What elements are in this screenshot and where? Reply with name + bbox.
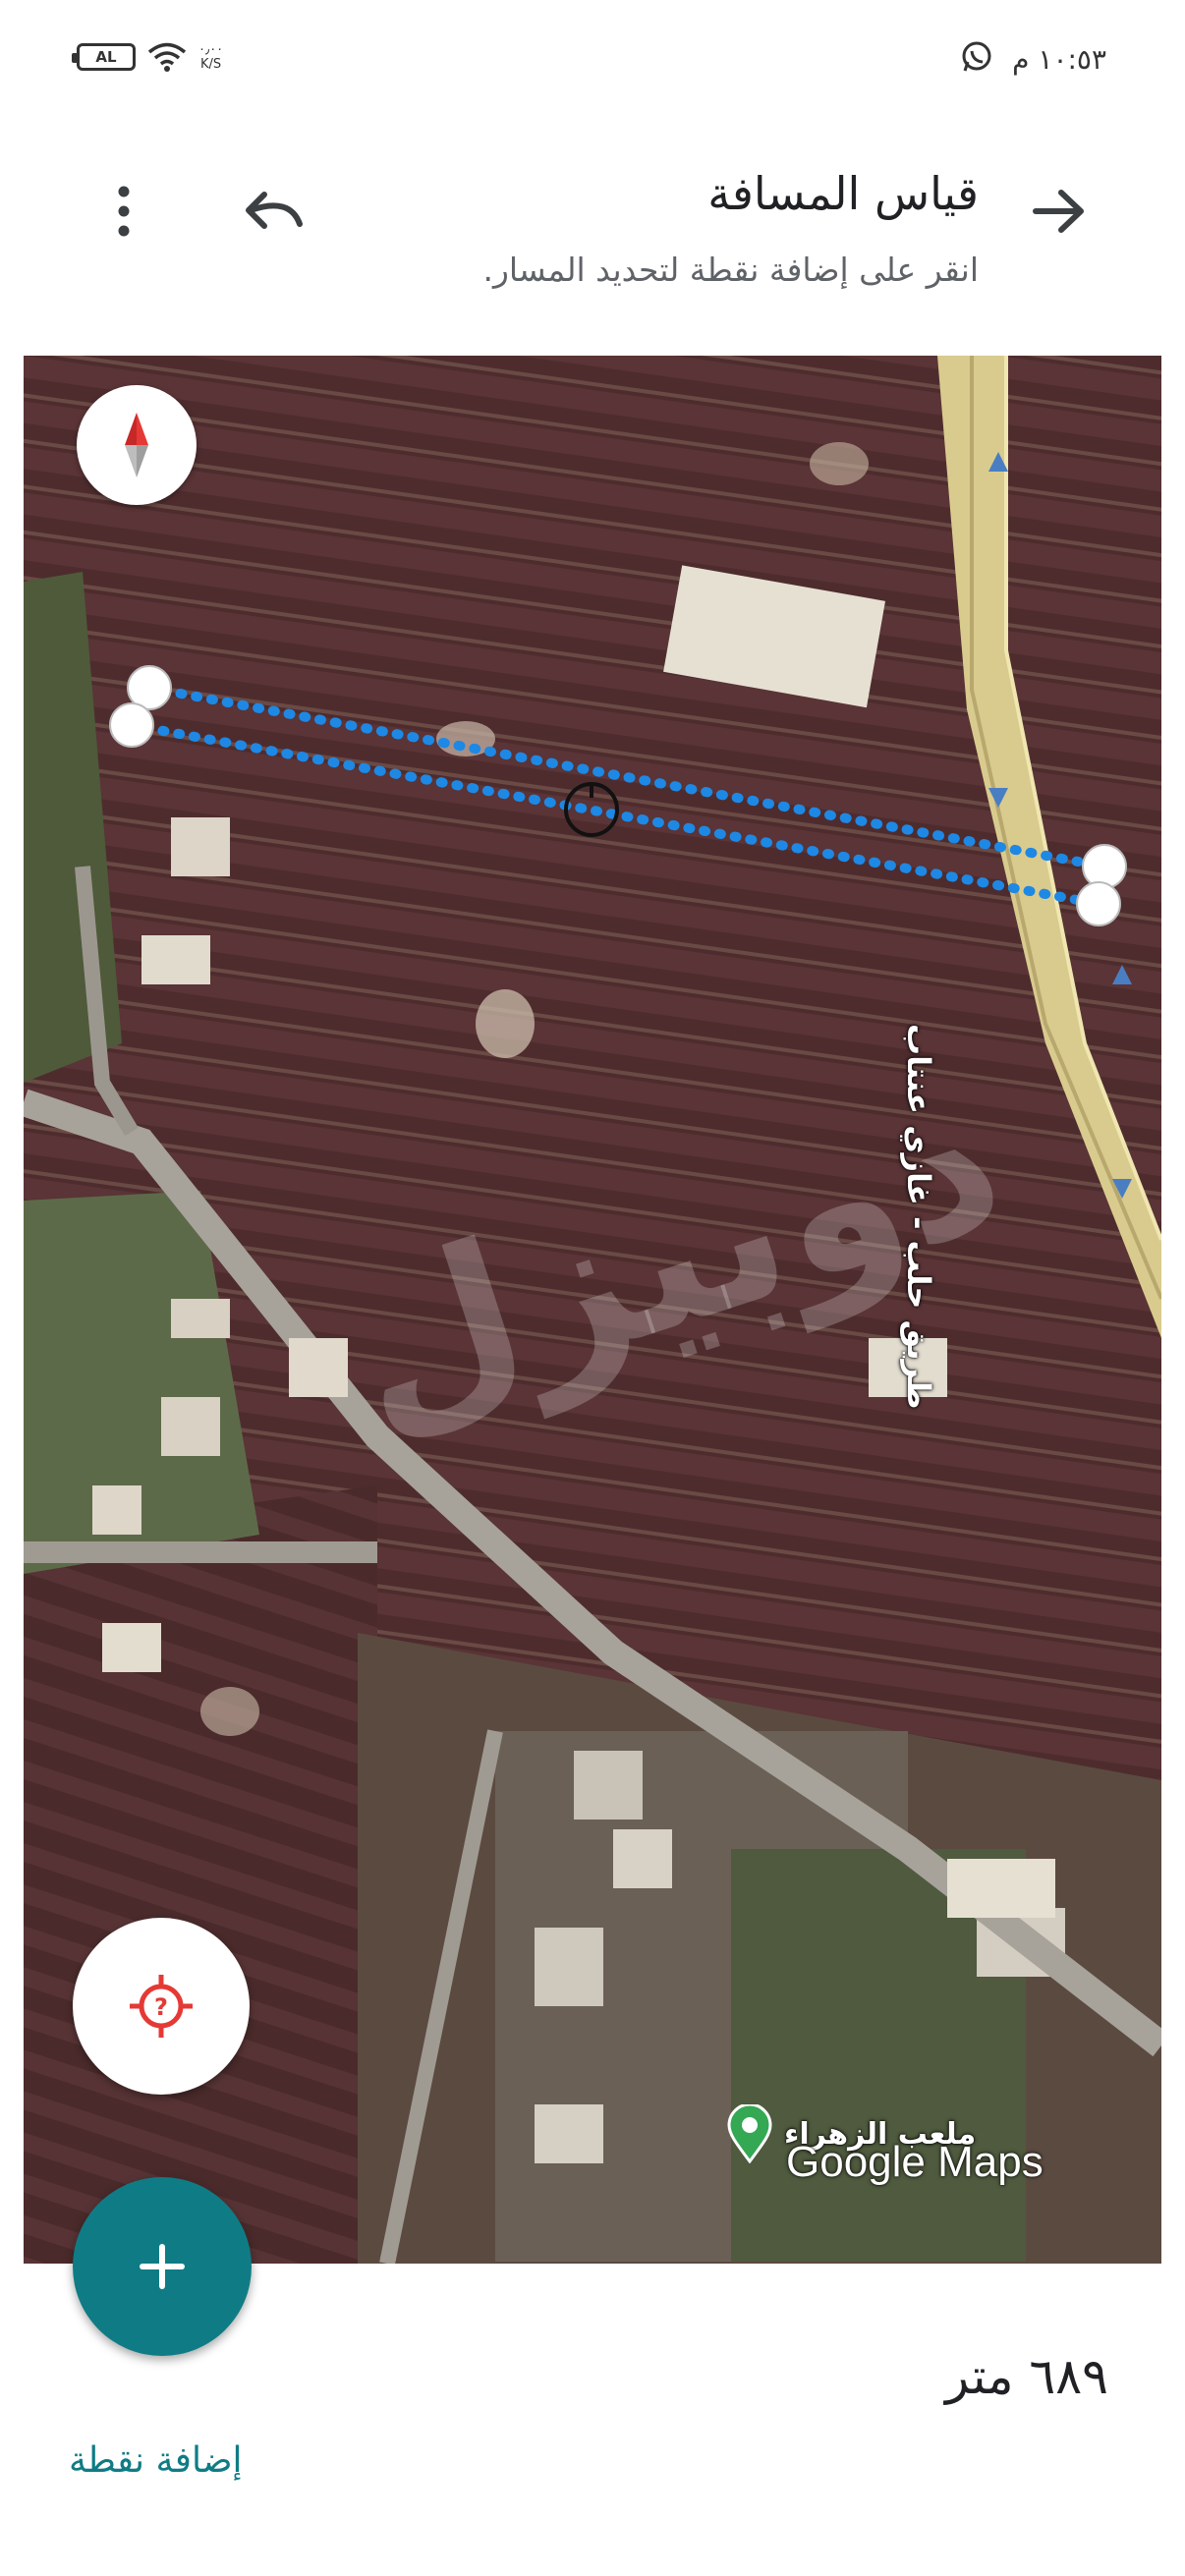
network-speed-value: ٠٫٠٠ xyxy=(198,42,224,57)
status-right: ١٠:٥٣ م xyxy=(959,39,1106,79)
undo-icon xyxy=(246,192,303,229)
add-point-button[interactable]: إضافة نقطة xyxy=(69,2440,243,2481)
page-subtitle: انقر على إضافة نقطة لتحديد المسار. xyxy=(482,251,979,289)
arrow-right-icon xyxy=(1033,190,1084,233)
google-maps-logo: Google Maps xyxy=(786,2138,1044,2186)
status-icons: AL ٠٫٠٠ K/S xyxy=(72,41,223,73)
svg-text:?: ? xyxy=(154,1993,168,2021)
plus-icon xyxy=(140,2244,185,2289)
network-speed-unit: K/S xyxy=(200,57,222,72)
distance-value: ٦٨٩ متر xyxy=(945,2348,1108,2405)
battery-icon: AL xyxy=(72,43,136,71)
more-vert-icon xyxy=(118,186,130,237)
network-speed: ٠٫٠٠ K/S xyxy=(198,42,223,72)
status-bar: AL ٠٫٠٠ K/S ١٠:٥٣ م xyxy=(0,0,1185,128)
add-point-fab[interactable] xyxy=(73,2177,252,2356)
satellite-map[interactable]: دوبيزل طريق حلب - غازي عنتاب ? ملعب الزه… xyxy=(24,356,1161,2264)
more-options-button[interactable] xyxy=(94,172,153,251)
compass-icon xyxy=(125,413,148,477)
page-title: قياس المسافة xyxy=(707,167,979,220)
road-label: طريق حلب - غازي عنتاب xyxy=(900,1024,937,1410)
place-pin-icon xyxy=(727,2104,772,2163)
screen: AL ٠٫٠٠ K/S ١٠:٥٣ م قياس المسافة انقر عل… xyxy=(0,0,1185,2576)
app-bar: قياس المسافة انقر على إضافة نقطة لتحديد … xyxy=(0,128,1185,354)
status-time: ١٠:٥٣ م xyxy=(1012,42,1106,76)
wifi-icon xyxy=(147,41,187,73)
my-location-icon: ? xyxy=(130,1975,193,2038)
whatsapp-icon xyxy=(959,39,994,79)
locate-button[interactable]: ? xyxy=(73,1918,250,2095)
back-button[interactable] xyxy=(1020,172,1099,251)
battery-label: AL xyxy=(95,48,117,66)
undo-button[interactable] xyxy=(234,172,312,251)
compass-button[interactable] xyxy=(77,385,197,505)
